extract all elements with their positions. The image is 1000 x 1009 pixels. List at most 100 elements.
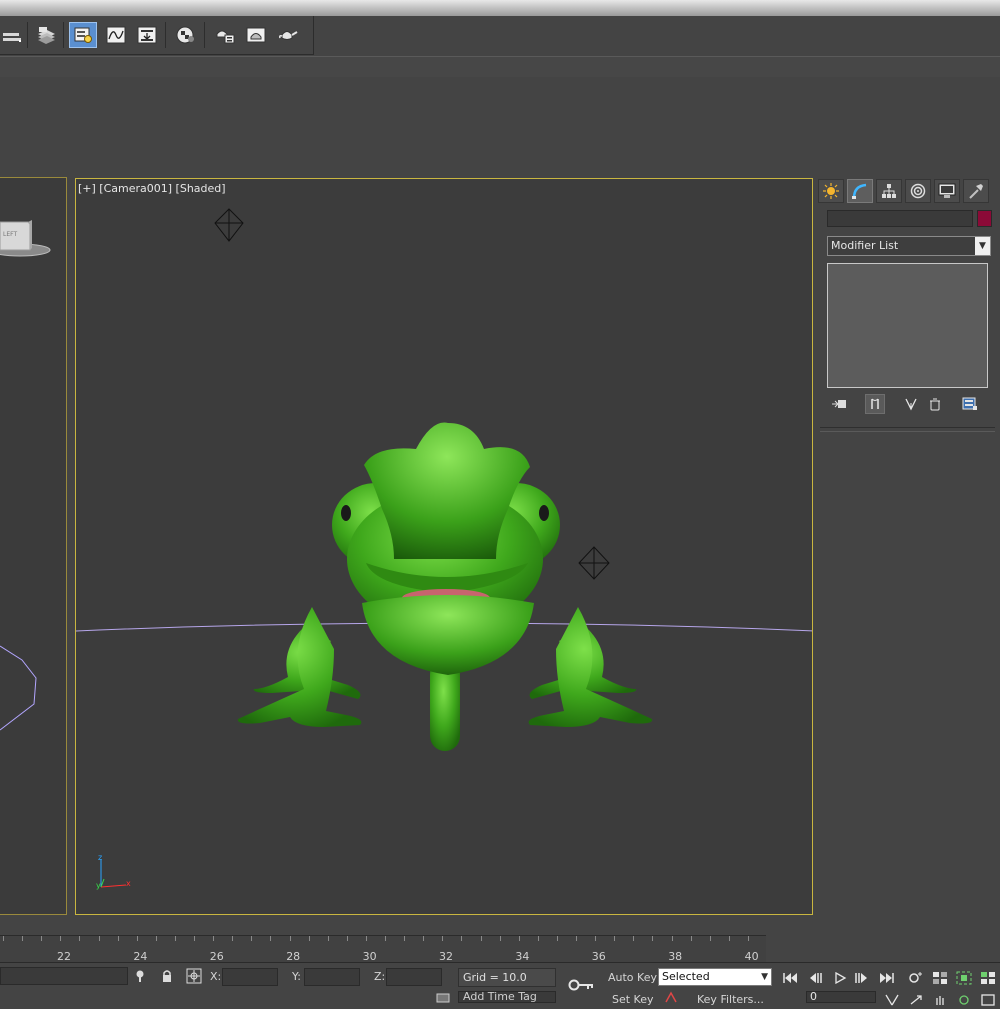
viewport-scene bbox=[76, 208, 812, 888]
timeline-tick bbox=[194, 936, 195, 941]
rendered-frame-window-icon[interactable] bbox=[242, 22, 270, 48]
timeline-tick bbox=[137, 936, 138, 941]
timeline-tick bbox=[270, 936, 271, 941]
track-bar[interactable]: 22 24 26 28 30 32 34 36 38 40 bbox=[0, 935, 766, 963]
timeline-tick bbox=[385, 936, 386, 941]
remove-modifier-icon[interactable] bbox=[925, 394, 945, 414]
motion-tab-icon[interactable] bbox=[905, 179, 931, 203]
material-editor-icon[interactable] bbox=[172, 22, 200, 48]
timeline-tick bbox=[232, 936, 233, 941]
hierarchy-tab-icon[interactable] bbox=[876, 179, 902, 203]
timeline-tick bbox=[41, 936, 42, 941]
panel-divider bbox=[820, 427, 995, 432]
viewcube-label: LEFT bbox=[3, 231, 18, 238]
go-to-start-icon[interactable] bbox=[779, 968, 801, 987]
pin-stack-icon[interactable] bbox=[829, 394, 849, 414]
absolute-mode-transform-icon[interactable] bbox=[186, 968, 202, 987]
timeline-tick bbox=[576, 936, 577, 941]
timeline-tick bbox=[710, 936, 711, 941]
light-helper-icon bbox=[578, 546, 610, 580]
scene-explorer-icon[interactable] bbox=[69, 22, 97, 48]
left-viewport[interactable]: LEFT bbox=[0, 177, 67, 915]
modify-tab-icon[interactable] bbox=[847, 179, 873, 203]
timeline-tick bbox=[442, 936, 443, 941]
chameleon-model bbox=[237, 422, 653, 751]
key-selection-set-dropdown[interactable]: Selected ▼ bbox=[658, 968, 772, 986]
timeline-tick bbox=[500, 936, 501, 941]
auto-key-button[interactable]: Auto Key bbox=[608, 971, 657, 984]
previous-frame-icon[interactable] bbox=[805, 968, 827, 987]
timeline-tick bbox=[290, 936, 291, 941]
y-coordinate-label: Y: bbox=[292, 970, 301, 983]
timeline-tick bbox=[748, 936, 749, 941]
zoom-all-icon[interactable] bbox=[929, 968, 951, 987]
timeline-tick bbox=[729, 936, 730, 941]
y-coordinate-field[interactable] bbox=[304, 968, 360, 986]
modifier-list-label: Modifier List bbox=[831, 239, 899, 252]
timeline-tick bbox=[461, 936, 462, 941]
timeline-tick bbox=[99, 936, 100, 941]
next-frame-icon[interactable] bbox=[850, 968, 872, 987]
timeline-tick bbox=[652, 936, 653, 941]
axis-label-y: y bbox=[96, 881, 101, 890]
timeline-tick bbox=[309, 936, 310, 941]
timeline-tick bbox=[156, 936, 157, 941]
timeline-tick bbox=[328, 936, 329, 941]
zoom-extents-icon[interactable] bbox=[953, 968, 975, 987]
timeline-tick bbox=[251, 936, 252, 941]
create-tab-icon[interactable] bbox=[818, 179, 844, 203]
display-tab-icon[interactable] bbox=[934, 179, 960, 203]
timeline-tick bbox=[481, 936, 482, 941]
timeline-tick bbox=[175, 936, 176, 941]
object-color-swatch[interactable] bbox=[977, 210, 992, 227]
timeline-tick bbox=[60, 936, 61, 941]
show-end-result-icon[interactable] bbox=[865, 394, 885, 414]
timeline-tick bbox=[423, 936, 424, 941]
selection-lock-icon[interactable] bbox=[160, 969, 174, 986]
timeline-tick bbox=[614, 936, 615, 941]
set-key-icon[interactable] bbox=[664, 991, 678, 1006]
chevron-down-icon[interactable]: ▼ bbox=[975, 237, 990, 255]
isolate-selection-icon[interactable] bbox=[133, 969, 147, 986]
render-setup-icon[interactable] bbox=[211, 22, 239, 48]
make-unique-icon[interactable] bbox=[901, 394, 921, 414]
timeline-tick bbox=[404, 936, 405, 941]
zoom-icon[interactable] bbox=[905, 968, 927, 987]
z-coordinate-field[interactable] bbox=[386, 968, 442, 986]
render-teapot-icon[interactable] bbox=[274, 22, 302, 48]
timeline-tick bbox=[3, 936, 4, 941]
utilities-tab-icon[interactable] bbox=[963, 179, 989, 203]
go-to-end-icon[interactable] bbox=[876, 968, 898, 987]
play-animation-icon[interactable] bbox=[829, 968, 851, 987]
timeline-tick bbox=[672, 936, 673, 941]
grid-size-readout: Grid = 10.0 bbox=[458, 968, 556, 987]
light-helper-icon bbox=[214, 208, 244, 242]
z-coordinate-label: Z: bbox=[374, 970, 386, 983]
zoom-extents-all-icon[interactable] bbox=[977, 968, 999, 987]
configure-modifier-sets-icon[interactable] bbox=[960, 394, 980, 414]
layer-stack-icon[interactable] bbox=[0, 22, 28, 48]
key-mode-toggle-icon[interactable] bbox=[568, 977, 596, 996]
modifier-list-dropdown[interactable]: Modifier List ▼ bbox=[827, 236, 991, 256]
current-frame-value: 0 bbox=[810, 991, 817, 1003]
timeline-tick bbox=[691, 936, 692, 941]
timeline-tick bbox=[519, 936, 520, 941]
layer-manager-icon[interactable] bbox=[32, 22, 60, 48]
modifier-stack-list[interactable] bbox=[827, 263, 988, 388]
status-bar: X: Y: Z: Grid = 10.0 Add Time Tag Auto K… bbox=[0, 962, 1000, 1006]
current-frame-field[interactable]: 0 bbox=[806, 991, 876, 1003]
command-panel: Modifier List ▼ bbox=[816, 177, 1000, 937]
timeline-tick bbox=[79, 936, 80, 941]
x-coordinate-field[interactable] bbox=[222, 968, 278, 986]
chevron-down-icon[interactable]: ▼ bbox=[761, 969, 768, 985]
timeline-tick bbox=[557, 936, 558, 941]
timeline-tick bbox=[366, 936, 367, 941]
object-name-field[interactable] bbox=[827, 210, 973, 227]
schematic-view-icon[interactable] bbox=[133, 22, 161, 48]
camera-viewport[interactable]: [+] [Camera001] [Shaded] z x y bbox=[75, 178, 813, 915]
add-time-tag-field[interactable]: Add Time Tag bbox=[458, 991, 556, 1003]
ribbon-strip bbox=[0, 56, 1000, 78]
curve-editor-icon[interactable] bbox=[102, 22, 130, 48]
axis-gizmo bbox=[100, 859, 127, 888]
prompt-line-field[interactable] bbox=[0, 967, 128, 985]
